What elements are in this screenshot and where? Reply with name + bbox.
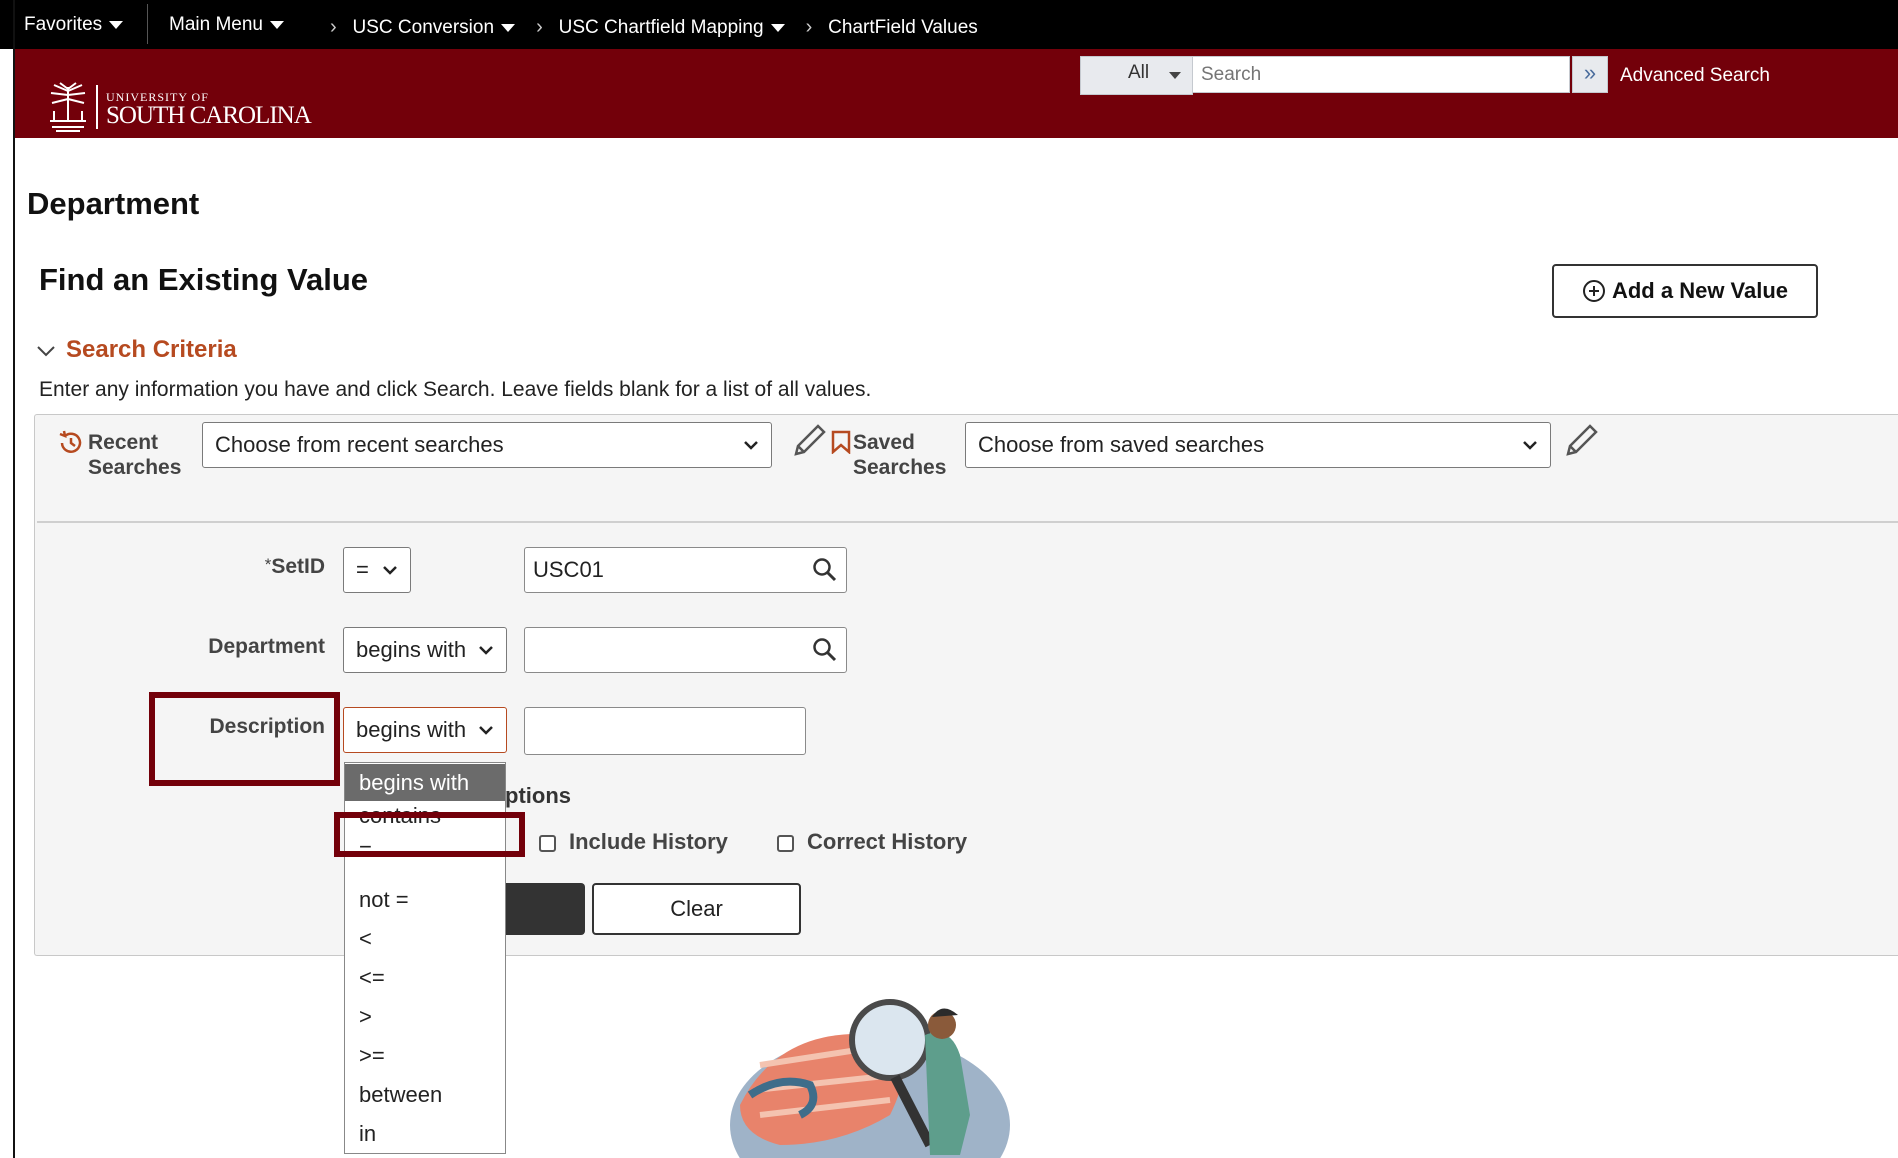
search-button[interactable] bbox=[500, 883, 585, 935]
history-icon bbox=[59, 430, 82, 453]
main-menu[interactable]: Main Menu bbox=[169, 14, 284, 36]
department-operator-value: begins with bbox=[356, 637, 467, 662]
breadcrumb-item-chartfield-mapping[interactable]: USC Chartfield Mapping bbox=[559, 17, 785, 38]
add-new-value-label: Add a New Value bbox=[1611, 278, 1789, 303]
recent-searches-label: Recent Searches bbox=[88, 431, 182, 479]
search-illustration-icon bbox=[730, 999, 1010, 1158]
dropdown-option-in[interactable]: in bbox=[345, 1115, 505, 1152]
clear-button[interactable]: Clear bbox=[592, 883, 801, 935]
chevron-down-icon bbox=[479, 726, 493, 735]
correct-history-label: Correct History bbox=[807, 829, 968, 854]
section-title: Find an Existing Value bbox=[39, 262, 369, 297]
setid-input[interactable]: USC01 bbox=[524, 547, 847, 593]
caret-down-icon bbox=[770, 23, 785, 32]
search-criteria-label: Search Criteria bbox=[66, 336, 237, 363]
recent-searches-value: Choose from recent searches bbox=[215, 432, 504, 457]
contains-highlight-box bbox=[334, 812, 525, 857]
dropdown-option-begins-with[interactable]: begins with bbox=[345, 764, 505, 801]
chevron-down-icon bbox=[1523, 441, 1537, 450]
department-input[interactable] bbox=[524, 627, 847, 673]
dropdown-option-between[interactable]: between bbox=[345, 1076, 505, 1113]
chevron-right-icon: › bbox=[805, 16, 813, 38]
correct-history-checkbox[interactable] bbox=[777, 835, 794, 852]
setid-operator-select[interactable]: = bbox=[343, 547, 411, 593]
search-lookup-icon[interactable] bbox=[812, 557, 838, 583]
include-history-checkbox[interactable] bbox=[539, 835, 556, 852]
search-panel bbox=[34, 414, 1898, 956]
dropdown-option-less-than[interactable]: < bbox=[345, 920, 505, 957]
add-new-value-button[interactable]: Add a New Value bbox=[1552, 264, 1818, 318]
search-criteria-toggle[interactable]: Search Criteria bbox=[36, 336, 237, 364]
dropdown-option-less-equal[interactable]: <= bbox=[345, 959, 505, 996]
logo-divider bbox=[96, 85, 98, 129]
include-history-label: Include History bbox=[569, 829, 728, 854]
main-menu-label: Main Menu bbox=[169, 14, 263, 35]
search-options-heading: ptions bbox=[505, 783, 571, 808]
main-menu-caret-icon bbox=[270, 20, 284, 29]
department-label: Department bbox=[208, 635, 325, 658]
dropdown-option-not-equals[interactable]: not = bbox=[345, 881, 505, 918]
favorites-menu[interactable]: Favorites bbox=[24, 14, 124, 36]
department-operator-select[interactable]: begins with bbox=[343, 627, 507, 673]
search-scope-select[interactable]: All bbox=[1080, 56, 1193, 95]
panel-divider bbox=[37, 521, 1898, 523]
setid-value: USC01 bbox=[533, 557, 604, 582]
plus-circle-icon bbox=[1582, 280, 1605, 302]
recent-searches-select[interactable]: Choose from recent searches bbox=[202, 422, 772, 468]
saved-searches-select[interactable]: Choose from saved searches bbox=[965, 422, 1551, 468]
nav-divider bbox=[147, 4, 148, 44]
setid-label: *SetID bbox=[264, 555, 325, 578]
search-lookup-icon[interactable] bbox=[812, 637, 838, 663]
description-highlight-box bbox=[149, 692, 340, 786]
chevron-down-icon bbox=[744, 441, 758, 450]
search-go-button[interactable]: » bbox=[1572, 56, 1608, 93]
breadcrumb: › USC Conversion › USC Chartfield Mappin… bbox=[330, 16, 978, 39]
description-operator-value: begins with bbox=[356, 717, 467, 742]
search-scope-label: All bbox=[1128, 62, 1150, 83]
chevron-down-icon bbox=[383, 566, 397, 575]
palmetto-icon bbox=[50, 82, 86, 132]
dropdown-option-greater-equal[interactable]: >= bbox=[345, 1037, 505, 1074]
instructions-text: Enter any information you have and click… bbox=[39, 378, 872, 401]
global-search-input[interactable] bbox=[1192, 56, 1570, 93]
description-operator-select[interactable]: begins with bbox=[343, 707, 507, 753]
breadcrumb-item-chartfield-values[interactable]: ChartField Values bbox=[828, 17, 978, 38]
advanced-search-link[interactable]: Advanced Search bbox=[1620, 65, 1770, 87]
caret-down-icon bbox=[1169, 72, 1181, 79]
bookmark-icon bbox=[831, 430, 851, 454]
breadcrumb-item-usc-conversion[interactable]: USC Conversion bbox=[353, 17, 516, 38]
saved-searches-value: Choose from saved searches bbox=[978, 432, 1265, 457]
left-border bbox=[13, 0, 15, 1158]
chevron-right-icon: › bbox=[536, 16, 543, 38]
setid-operator-value: = bbox=[356, 557, 369, 582]
chevron-down-icon bbox=[479, 646, 493, 655]
chevron-right-icon: › bbox=[330, 16, 337, 38]
edit-recent-pencil-icon[interactable] bbox=[790, 422, 828, 460]
saved-searches-label: Saved Searches bbox=[853, 431, 947, 479]
edit-saved-pencil-icon[interactable] bbox=[1562, 422, 1600, 460]
dropdown-option-greater-than[interactable]: > bbox=[345, 998, 505, 1035]
logo-text-large: SOUTH CAROLINA bbox=[106, 102, 312, 129]
favorites-label: Favorites bbox=[24, 14, 103, 35]
page-title: Department bbox=[27, 186, 200, 221]
chevron-down-icon bbox=[37, 345, 55, 357]
description-input[interactable] bbox=[524, 707, 806, 755]
caret-down-icon bbox=[501, 23, 516, 32]
favorites-caret-icon bbox=[109, 20, 124, 29]
